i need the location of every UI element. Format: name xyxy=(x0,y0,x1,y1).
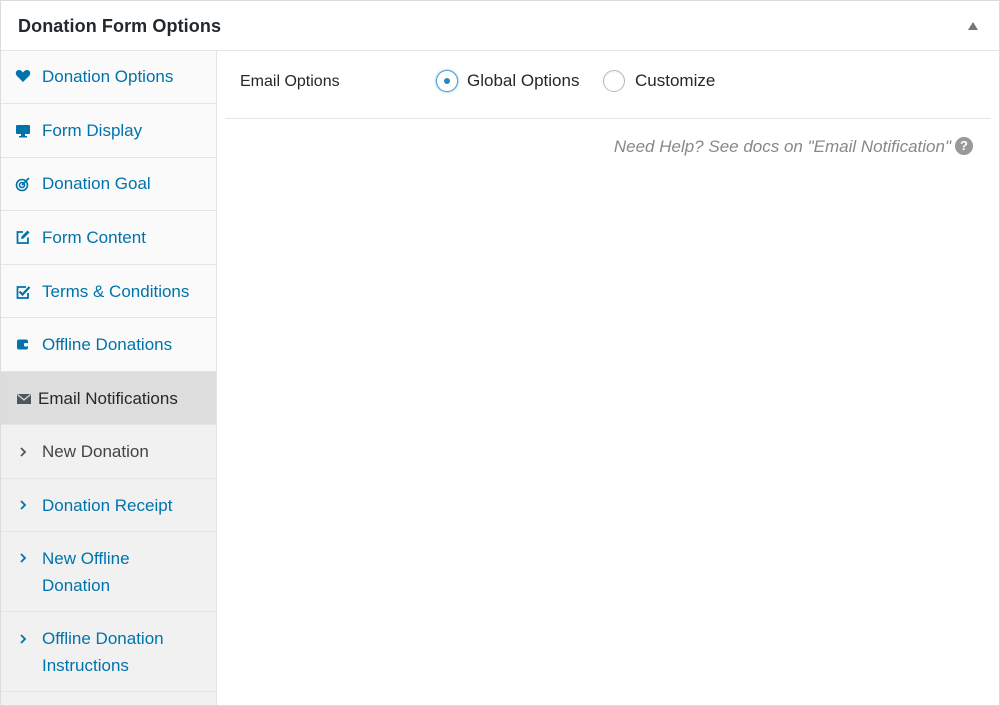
sidebar-item-label: Terms & Conditions xyxy=(42,282,190,301)
envelope-icon xyxy=(17,394,31,404)
sidebar-item-donation-options[interactable]: Donation Options xyxy=(1,51,216,104)
sidebar-item-label: Donation Options xyxy=(42,67,174,86)
sidebar-item-label: Email Notifications xyxy=(38,389,178,408)
email-options-label: Email Options xyxy=(240,73,340,90)
heart-icon xyxy=(15,69,31,82)
customize-label[interactable]: Customize xyxy=(635,71,715,91)
global-options-label[interactable]: Global Options xyxy=(467,71,579,91)
donation-form-options-panel: Donation Form Options Donation Options F… xyxy=(0,0,1000,706)
radio-selected-dot xyxy=(444,78,450,84)
panel-title: Donation Form Options xyxy=(18,16,222,36)
global-options-radio[interactable] xyxy=(436,70,458,92)
sidebar-subitem-label: Donation Receipt xyxy=(42,496,173,515)
edit-icon xyxy=(16,230,30,244)
chevron-right-icon xyxy=(20,634,27,644)
panel-header: Donation Form Options xyxy=(1,1,999,51)
sidebar-item-label: Form Content xyxy=(42,228,146,247)
sidebar-subitem-label: New Donation xyxy=(42,442,149,461)
sidebar-subitem-offline-donation-instructions[interactable]: Offline Donation Instructions xyxy=(1,612,216,692)
customize-radio[interactable] xyxy=(603,70,625,92)
sidebar-subitem-new-offline-donation[interactable]: New Offline Donation xyxy=(1,532,216,612)
wallet-icon xyxy=(17,339,28,350)
help-note: Need Help? See docs on "Email Notificati… xyxy=(614,137,973,157)
question-icon[interactable]: ? xyxy=(955,137,973,156)
sidebar-subitem-label: Offline Donation xyxy=(42,629,164,648)
sidebar-subitem-label-line2: Instructions xyxy=(42,656,129,675)
sidebar-subitem-donation-receipt[interactable]: Donation Receipt xyxy=(1,479,216,532)
sidebar-item-label: Offline Donations xyxy=(42,335,173,354)
chevron-right-icon xyxy=(20,553,27,563)
email-options-row: Email Options Global Options Customize xyxy=(225,51,991,119)
sidebar-item-donation-goal[interactable]: Donation Goal xyxy=(1,158,216,211)
sidebar-item-form-display[interactable]: Form Display xyxy=(1,104,216,158)
sidebar: Donation Options Form Display Donation G… xyxy=(1,51,217,705)
checkbox-icon xyxy=(16,286,31,299)
chevron-right-icon xyxy=(20,500,27,510)
sidebar-subitem-label-line2: Donation xyxy=(42,576,111,595)
sidebar-item-email-notifications[interactable]: Email Notifications xyxy=(1,372,216,425)
sidebar-subitem-label: New Offline xyxy=(42,549,130,568)
sidebar-item-label: Form Display xyxy=(42,121,143,140)
sidebar-subitem-new-donation[interactable]: New Donation xyxy=(1,425,216,479)
settings-content: Email Options Global Options Customize N… xyxy=(217,51,999,705)
chevron-right-icon xyxy=(20,447,27,457)
monitor-icon xyxy=(16,125,30,138)
sidebar-item-offline-donations[interactable]: Offline Donations xyxy=(1,318,216,372)
help-docs-link[interactable]: Need Help? See docs on "Email Notificati… xyxy=(614,137,951,156)
sidebar-item-label: Donation Goal xyxy=(42,174,151,193)
target-icon xyxy=(15,177,30,192)
sidebar-item-terms-conditions[interactable]: Terms & Conditions xyxy=(1,265,216,318)
collapse-toggle-icon[interactable] xyxy=(967,21,979,31)
sidebar-item-form-content[interactable]: Form Content xyxy=(1,211,216,265)
